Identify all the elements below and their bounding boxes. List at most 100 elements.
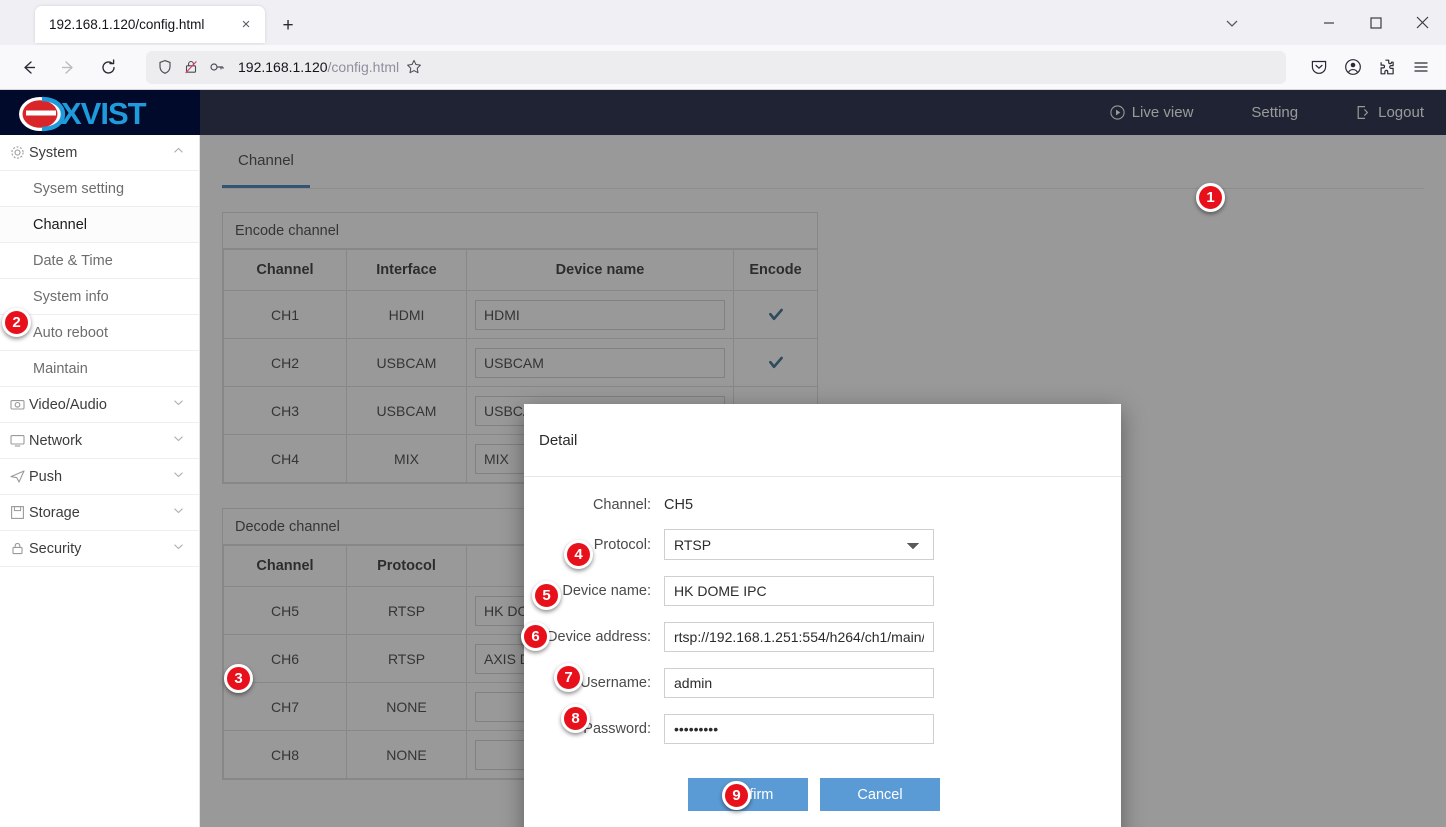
cell-device-name — [466, 338, 734, 387]
new-tab-icon[interactable]: + — [273, 11, 303, 41]
col-protocol: Protocol — [346, 545, 467, 587]
cell-channel: CH1 — [223, 290, 347, 339]
hamburger-menu-icon[interactable] — [1404, 51, 1438, 83]
password-input[interactable] — [664, 714, 934, 744]
encode-device-name-input[interactable] — [475, 299, 725, 330]
nav-live-view[interactable]: Live view — [1110, 104, 1193, 121]
device-address-input[interactable] — [664, 622, 934, 652]
step-badge-6: 6 — [521, 622, 550, 651]
window-close-icon[interactable] — [1399, 0, 1446, 45]
sidebar-item-date-time[interactable]: Date & Time — [0, 243, 199, 279]
svg-text:XVIST: XVIST — [61, 96, 147, 131]
step-badge-5: 5 — [532, 581, 561, 610]
sidebar-item-label: Sysem setting — [33, 180, 125, 197]
toolbar-icons — [1302, 51, 1438, 83]
logout-icon — [1356, 105, 1371, 120]
forward-arrow-icon[interactable] — [51, 51, 85, 83]
cell-device-name — [466, 290, 734, 339]
detail-dialog: Detail Channel: CH5 Protocol: RTSP Devic… — [524, 404, 1121, 827]
field-device-address: Device address: — [524, 622, 1121, 652]
sidebar-item-system-setting[interactable]: Sysem setting — [0, 171, 199, 207]
cell-channel: CH2 — [223, 338, 347, 387]
browser-window: 192.168.1.120/config.html × + 192.168.1.… — [0, 0, 1446, 827]
sidebar-group-label: Video/Audio — [29, 396, 107, 413]
sidebar-item-label: System info — [33, 288, 109, 305]
field-password: Password: — [524, 714, 1121, 744]
cell-interface: USBCAM — [346, 338, 467, 387]
lock-icon — [10, 541, 25, 556]
encode-checkbox[interactable] — [768, 355, 784, 371]
protocol-select[interactable]: RTSP — [664, 529, 934, 560]
nav-setting-label: Setting — [1251, 104, 1299, 121]
web-page: XVIST Live view Setting Logout System Sy… — [0, 90, 1446, 827]
sidebar-group-storage[interactable]: Storage — [0, 495, 199, 531]
chevron-down-icon — [172, 432, 185, 449]
play-circle-icon — [1110, 105, 1125, 120]
sidebar-item-channel[interactable]: Channel — [0, 207, 199, 243]
chevron-down-icon — [172, 396, 185, 413]
username-input[interactable] — [664, 668, 934, 698]
channel-label: Channel: — [592, 497, 651, 513]
address-bar[interactable]: 192.168.1.120/config.html — [146, 50, 1286, 84]
col-interface: Interface — [346, 249, 467, 291]
sidebar-item-maintain[interactable]: Maintain — [0, 351, 199, 387]
list-all-tabs-icon[interactable] — [1204, 0, 1260, 45]
sidebar-group-network[interactable]: Network — [0, 423, 199, 459]
sidebar-group-video-audio[interactable]: Video/Audio — [0, 387, 199, 423]
nav-setting[interactable]: Setting — [1251, 104, 1298, 121]
dialog-buttons: Confirm Cancel — [524, 778, 1121, 811]
step-badge-7: 7 — [554, 663, 583, 692]
step-badge-2: 2 — [2, 308, 31, 337]
nav-logout[interactable]: Logout — [1356, 104, 1424, 121]
chevron-up-icon — [172, 144, 185, 161]
cell-protocol: NONE — [346, 682, 467, 731]
sidebar-group-security[interactable]: Security — [0, 531, 199, 567]
content-tabs: Channel — [222, 135, 1424, 189]
step-badge-4: 4 — [564, 540, 593, 569]
url-text: 192.168.1.120/config.html — [238, 59, 400, 75]
nav-logout-label: Logout — [1378, 104, 1424, 121]
chevron-down-icon — [172, 540, 185, 557]
sidebar-group-label: Security — [29, 540, 82, 557]
cell-channel: CH8 — [223, 730, 347, 779]
channel-value: CH5 — [664, 497, 694, 513]
sidebar-item-label: Auto reboot — [33, 324, 108, 341]
extensions-icon[interactable] — [1370, 51, 1404, 83]
cell-protocol: NONE — [346, 730, 467, 779]
back-arrow-icon[interactable] — [11, 51, 45, 83]
minimize-icon[interactable] — [1305, 0, 1352, 45]
cancel-button[interactable]: Cancel — [820, 778, 940, 811]
shield-icon[interactable] — [152, 54, 178, 80]
star-icon[interactable] — [399, 52, 430, 82]
field-device-name: Device name: — [524, 576, 1121, 606]
step-badge-1: 1 — [1196, 183, 1225, 212]
table-row[interactable]: CH1 HDMI — [223, 290, 818, 339]
sidebar-group-label: Push — [29, 468, 63, 485]
pocket-icon[interactable] — [1302, 51, 1336, 83]
col-encode: Encode — [733, 249, 818, 291]
insecure-lock-icon[interactable] — [178, 54, 204, 80]
key-icon[interactable] — [204, 54, 230, 80]
app-header: XVIST Live view Setting Logout — [0, 90, 1446, 135]
sidebar-item-system-info[interactable]: System info — [0, 279, 199, 315]
send-icon — [10, 469, 25, 484]
close-icon[interactable]: × — [235, 14, 257, 36]
device-name-input[interactable] — [664, 576, 934, 606]
browser-tabstrip: 192.168.1.120/config.html × + — [0, 0, 1446, 45]
col-device-name: Device name — [466, 249, 734, 291]
table-row[interactable]: CH2 USBCAM — [223, 338, 818, 387]
browser-tab[interactable]: 192.168.1.120/config.html × — [35, 6, 265, 43]
encode-device-name-input[interactable] — [475, 347, 725, 378]
cell-interface: HDMI — [346, 290, 467, 339]
sidebar-group-label: Storage — [29, 504, 80, 521]
sidebar-group-system[interactable]: System — [0, 135, 199, 171]
tab-channel[interactable]: Channel — [222, 135, 310, 188]
reload-icon[interactable] — [91, 51, 125, 83]
account-icon[interactable] — [1336, 51, 1370, 83]
sidebar-group-push[interactable]: Push — [0, 459, 199, 495]
cell-interface: USBCAM — [346, 386, 467, 435]
maximize-icon[interactable] — [1352, 0, 1399, 45]
monitor-icon — [10, 433, 25, 448]
sidebar-group-system-label: System — [29, 144, 78, 161]
encode-checkbox[interactable] — [768, 307, 784, 323]
